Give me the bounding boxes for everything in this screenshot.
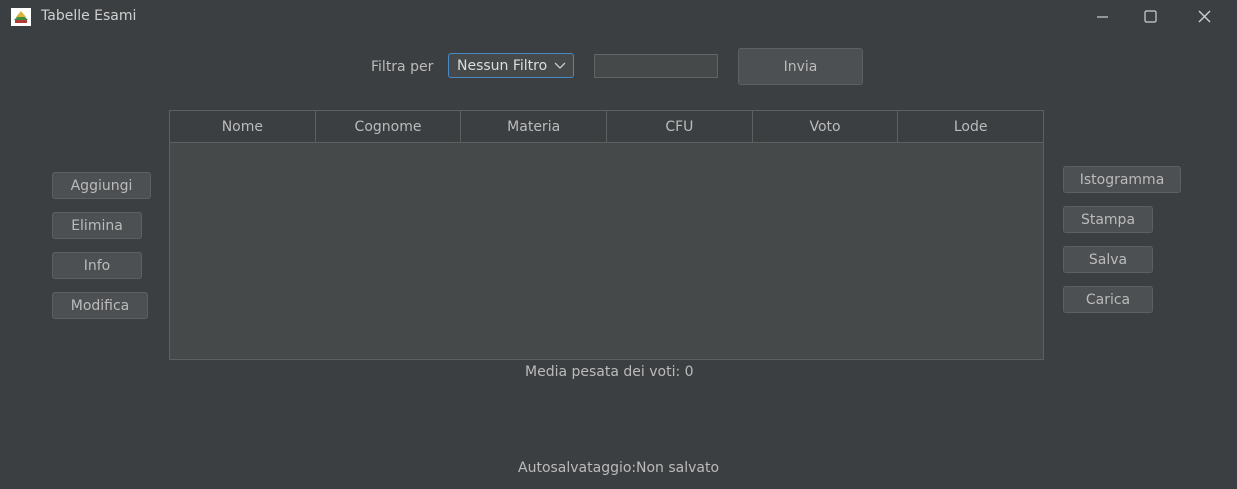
submit-button[interactable]: Invia	[738, 48, 863, 85]
column-header-voto[interactable]: Voto	[753, 111, 899, 142]
autosave-status: Non salvato	[636, 460, 720, 476]
filter-select-value: Nessun Filtro	[457, 58, 548, 74]
load-button[interactable]: Carica	[1063, 286, 1153, 313]
minimize-button[interactable]	[1079, 0, 1125, 34]
autosave-label: Autosalvataggio:	[518, 460, 637, 476]
app-icon	[11, 8, 31, 26]
filter-select[interactable]: Nessun Filtro	[448, 53, 574, 78]
edit-button[interactable]: Modifica	[52, 292, 148, 319]
table-body[interactable]	[170, 143, 1043, 359]
column-header-lode[interactable]: Lode	[898, 111, 1043, 142]
close-icon	[1198, 10, 1211, 23]
maximize-icon	[1144, 10, 1157, 23]
info-button[interactable]: Info	[52, 252, 142, 279]
minimize-icon	[1097, 16, 1108, 18]
filter-input[interactable]	[594, 54, 718, 78]
maximize-button[interactable]	[1127, 0, 1173, 34]
close-button[interactable]	[1181, 0, 1227, 34]
weighted-average-label: Media pesata dei voti: 0	[525, 364, 694, 380]
column-header-nome[interactable]: Nome	[170, 111, 316, 142]
chevron-down-icon	[554, 62, 566, 69]
window-title: Tabelle Esami	[41, 8, 137, 24]
table-header: Nome Cognome Materia CFU Voto Lode	[170, 111, 1043, 143]
save-button[interactable]: Salva	[1063, 246, 1153, 273]
filter-label: Filtra per	[371, 59, 434, 75]
delete-button[interactable]: Elimina	[52, 212, 142, 239]
add-button[interactable]: Aggiungi	[52, 172, 151, 199]
column-header-cfu[interactable]: CFU	[607, 111, 753, 142]
column-header-materia[interactable]: Materia	[461, 111, 608, 142]
column-header-cognome[interactable]: Cognome	[316, 111, 462, 142]
print-button[interactable]: Stampa	[1063, 206, 1153, 233]
exams-table[interactable]: Nome Cognome Materia CFU Voto Lode	[169, 110, 1044, 360]
title-bar: Tabelle Esami	[0, 0, 1237, 34]
histogram-button[interactable]: Istogramma	[1063, 166, 1181, 193]
